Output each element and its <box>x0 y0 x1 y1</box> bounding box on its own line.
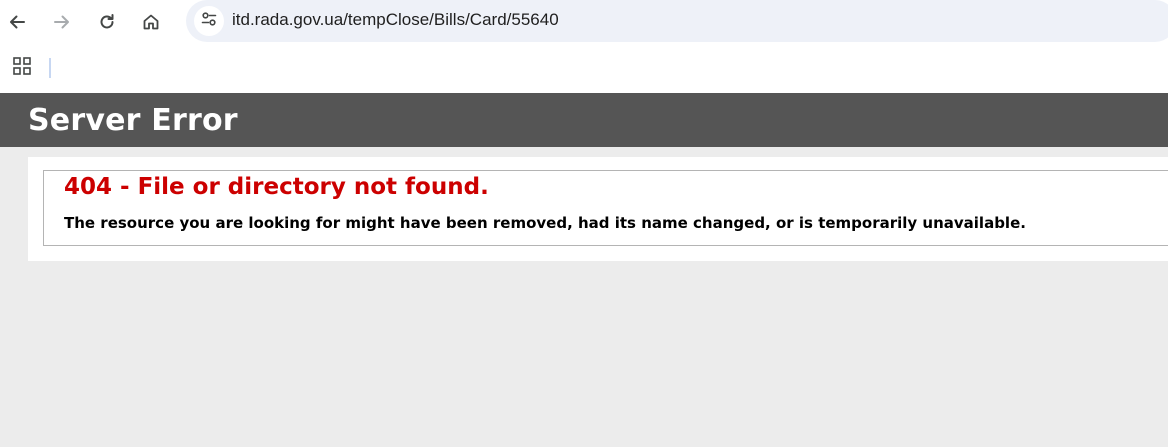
bookmarks-bar <box>0 44 1168 93</box>
browser-toolbar: itd.rada.gov.ua/tempClose/Bills/Card/556… <box>0 0 1168 44</box>
back-button[interactable] <box>1 6 33 38</box>
site-info-button[interactable] <box>194 6 224 36</box>
forward-arrow-icon <box>52 12 72 32</box>
back-arrow-icon <box>7 12 27 32</box>
forward-button[interactable] <box>46 6 78 38</box>
content-panel: 404 - File or directory not found. The r… <box>28 157 1168 261</box>
home-button[interactable] <box>135 6 167 38</box>
home-icon <box>141 12 161 32</box>
bookmarks-divider <box>49 58 51 78</box>
apps-button[interactable] <box>10 56 34 80</box>
apps-grid-icon <box>12 56 32 80</box>
url-text[interactable]: itd.rada.gov.ua/tempClose/Bills/Card/556… <box>232 10 559 30</box>
address-bar[interactable]: itd.rada.gov.ua/tempClose/Bills/Card/556… <box>186 0 1168 42</box>
tune-icon <box>200 10 218 32</box>
page-title: Server Error <box>28 103 238 138</box>
error-box: 404 - File or directory not found. The r… <box>43 170 1168 246</box>
error-heading: 404 - File or directory not found. <box>64 174 489 200</box>
error-header: Server Error <box>0 93 1168 147</box>
reload-icon <box>97 12 117 32</box>
error-message: The resource you are looking for might h… <box>64 214 1026 232</box>
reload-button[interactable] <box>91 6 123 38</box>
